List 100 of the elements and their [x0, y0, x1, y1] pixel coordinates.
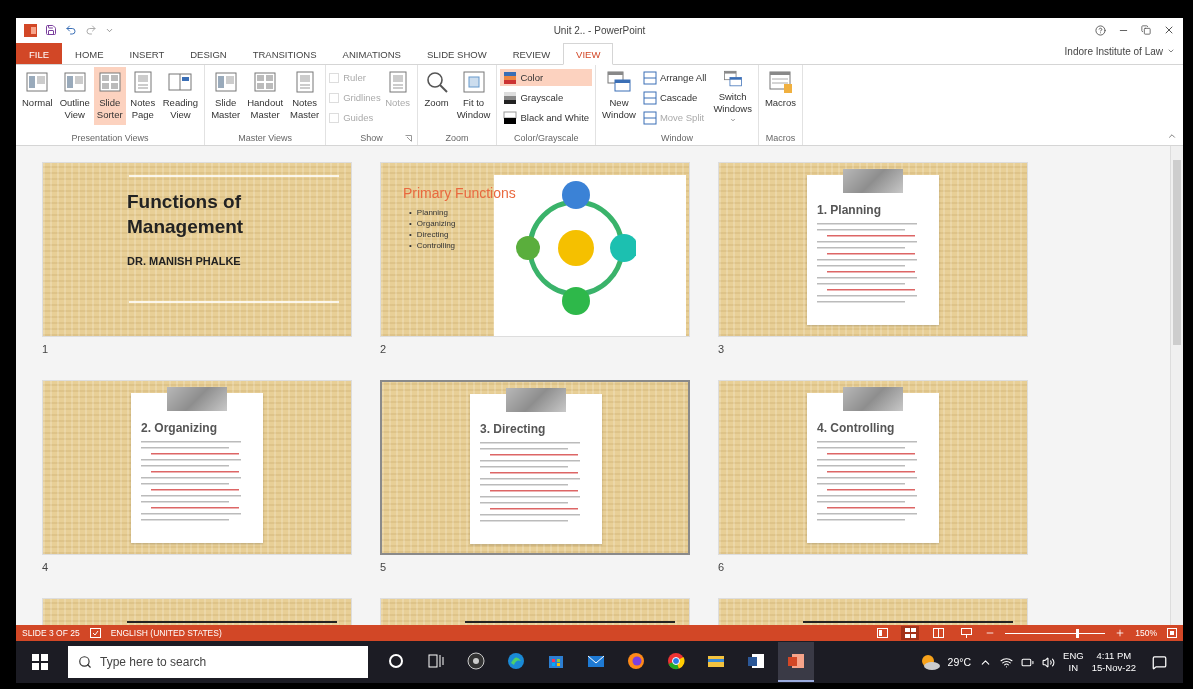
slide-title: 4. Controlling: [817, 421, 896, 435]
photo-placeholder: [843, 387, 903, 411]
checkbox-label: Gridlines: [343, 92, 381, 103]
input-region[interactable]: IN: [1068, 662, 1079, 674]
checkbox-label: Ruler: [343, 72, 366, 83]
slide-thumbnail[interactable]: 3. Directing: [380, 380, 690, 555]
clock-date[interactable]: 15-Nov-22: [1091, 662, 1136, 674]
photo-placeholder: [167, 387, 227, 411]
ribbon-button[interactable]: Normal: [19, 67, 56, 125]
tricolor-circle-icon: [666, 651, 686, 671]
speaker-icon[interactable]: [1042, 655, 1056, 669]
clock-time[interactable]: 4:11 PM: [1096, 650, 1132, 662]
windows-logo-icon[interactable]: [32, 654, 48, 670]
account-name[interactable]: Indore Institute of Law: [1064, 45, 1163, 57]
view-button[interactable]: [901, 626, 920, 640]
language-label[interactable]: ENGLISH (UNITED STATES): [110, 628, 222, 638]
panes-icon: [642, 70, 657, 85]
notification-icon[interactable]: [1152, 654, 1167, 670]
group-label: Macros: [765, 133, 796, 143]
panes-icon: [642, 90, 657, 105]
ribbon-button[interactable]: Cascade: [639, 89, 710, 106]
temperature[interactable]: 29°C: [947, 656, 972, 668]
slide-thumbnail[interactable]: 4. Controlling: [718, 380, 1028, 555]
browser-wave-icon: [506, 651, 526, 671]
input-language[interactable]: ENG: [1063, 650, 1084, 662]
zoom-level[interactable]: 150%: [1135, 628, 1157, 638]
slide-number: 4: [42, 561, 50, 575]
group-label: Show: [360, 133, 383, 143]
slide-number: 5: [380, 561, 388, 575]
collapse-ribbon-icon[interactable]: [1167, 131, 1177, 141]
slide-counter: SLIDE 3 OF 25: [22, 628, 80, 638]
bullet-text: Planning: [416, 207, 448, 218]
notes-check-icon[interactable]: [89, 628, 101, 638]
search-icon: [78, 655, 92, 669]
striped-swatch-icon: [503, 70, 518, 85]
slide-number: 2: [380, 343, 388, 357]
ribbon-tab[interactable]: VIEW: [563, 43, 614, 65]
network-icon[interactable]: [1000, 655, 1014, 669]
photo-placeholder: [843, 169, 903, 193]
dialog-launcher-icon[interactable]: [404, 134, 412, 142]
ribbon-button[interactable]: New Window: [599, 67, 639, 125]
help-icon[interactable]: [1095, 24, 1106, 36]
close-icon[interactable]: [1163, 24, 1175, 36]
window-title: Unit 2.. - PowerPoint: [553, 24, 646, 36]
ribbon-button[interactable]: Grayscale: [500, 89, 593, 106]
layout-icon: [61, 69, 88, 95]
slide-sorter-icon: [904, 628, 916, 638]
bullet-text: Organizing: [416, 218, 456, 229]
ribbon-button[interactable]: Handout Master: [244, 67, 287, 125]
weather-sun-cloud-icon: [919, 654, 940, 670]
slide-title: 2. Organizing: [141, 421, 218, 435]
presentation-app-icon: [786, 651, 806, 671]
save-icon[interactable]: [45, 24, 57, 36]
ribbon-button[interactable]: Notes Master: [287, 67, 323, 125]
ribbon-button[interactable]: Outline View: [56, 67, 93, 125]
fit-slide-icon[interactable]: [1167, 628, 1177, 638]
slide-thumbnail[interactable]: 1. Planning: [718, 162, 1028, 337]
slide-title: 3. Directing: [480, 422, 547, 436]
normal-view-icon: [876, 628, 888, 638]
circle-icon: [386, 651, 406, 671]
slide-thumbnail[interactable]: 2. Organizing: [42, 380, 352, 555]
ribbon-button[interactable]: Notes Page: [126, 67, 159, 125]
ribbon-button[interactable]: Zoom: [420, 67, 453, 125]
fox-globe-icon: [626, 651, 646, 671]
grid-icon: [252, 69, 279, 95]
ribbon-tab[interactable]: FILE: [16, 43, 63, 64]
slide-show-icon: [960, 628, 972, 638]
slide-thumbnail[interactable]: Functions of Management DR. MANISH PHALKE: [42, 162, 352, 337]
undo-icon[interactable]: [65, 24, 77, 36]
fit-window-icon: [460, 69, 487, 95]
ribbon-button[interactable]: Macros: [761, 67, 800, 125]
slide-number: 6: [718, 561, 726, 575]
group-label: Window: [661, 133, 693, 143]
slide-title: 1. Planning: [817, 203, 882, 217]
app-logo-icon: [24, 23, 37, 37]
ribbon-button[interactable]: Arrange All: [639, 69, 710, 86]
ribbon-button[interactable]: Black and White: [500, 109, 593, 126]
scrollbar[interactable]: [1170, 146, 1183, 625]
grid-icon: [96, 69, 123, 95]
ribbon-button[interactable]: Fit to Window: [453, 67, 494, 125]
restore-icon[interactable]: [1141, 25, 1151, 35]
reading-view-icon: [932, 628, 944, 638]
ribbon-button[interactable]: Color: [500, 69, 593, 86]
search-field[interactable]: Type here to search: [68, 646, 368, 678]
ribbon-button[interactable]: Slide Master: [208, 67, 244, 125]
ribbon-button[interactable]: Slide Sorter: [93, 67, 126, 125]
zoom-slider-thumb[interactable]: [1076, 628, 1080, 638]
recorder-icon: [466, 651, 486, 671]
task-view-icon: [426, 651, 446, 671]
ribbon-button[interactable]: Switch Windows: [710, 67, 755, 125]
group-label: Zoom: [445, 133, 469, 143]
layout-icon: [24, 69, 51, 95]
ribbon-button[interactable]: Reading View: [159, 67, 202, 125]
zoom-in-icon[interactable]: [1115, 628, 1126, 638]
shaded-swatch-icon: [503, 90, 518, 105]
slide-number: 1: [42, 343, 50, 357]
caret-icon: [1167, 47, 1175, 55]
bullet-mark: •: [409, 218, 412, 229]
bullet-mark: •: [409, 207, 412, 218]
bullet-text: Directing: [416, 229, 449, 240]
